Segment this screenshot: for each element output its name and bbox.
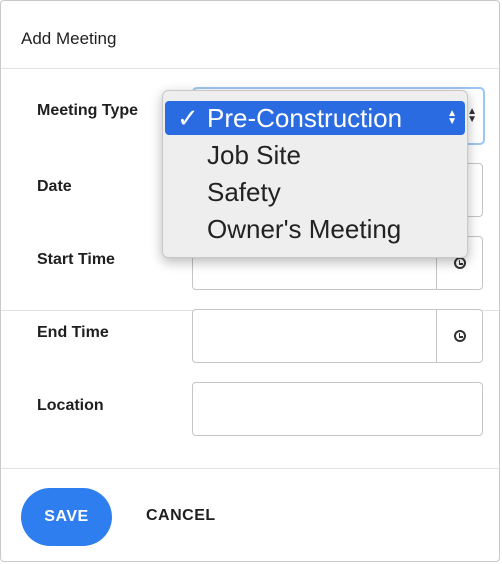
clock-icon bbox=[453, 330, 466, 342]
option-label: Safety bbox=[207, 177, 281, 207]
save-button[interactable]: SAVE bbox=[21, 488, 112, 546]
cancel-button[interactable]: CANCEL bbox=[146, 507, 216, 525]
meeting-type-label: Meeting Type bbox=[37, 102, 139, 119]
option-label: Pre-Construction bbox=[207, 103, 403, 133]
footer-divider bbox=[1, 468, 499, 469]
location-field[interactable] bbox=[192, 382, 483, 436]
dropdown-option-job-site[interactable]: Job Site bbox=[163, 138, 467, 172]
option-label: Job Site bbox=[207, 140, 301, 170]
option-label: Owner's Meeting bbox=[207, 214, 402, 244]
dialog-title: Add Meeting bbox=[21, 29, 117, 48]
end-time-picker-button[interactable] bbox=[436, 310, 482, 362]
end-time-label: End Time bbox=[37, 324, 109, 341]
dropdown-option-safety[interactable]: Safety bbox=[163, 175, 467, 209]
meeting-type-dropdown: ✓ Pre-Construction ▲ ▼ Job Site Safety Ow… bbox=[162, 90, 468, 258]
location-label: Location bbox=[37, 397, 104, 414]
start-time-label: Start Time bbox=[37, 251, 115, 268]
date-label: Date bbox=[37, 178, 72, 195]
select-arrows-icon: ▲ ▼ bbox=[447, 108, 457, 127]
checkmark-icon: ✓ bbox=[177, 103, 199, 133]
clock-icon bbox=[453, 257, 466, 269]
header-divider bbox=[1, 68, 499, 69]
dropdown-option-owners-meeting[interactable]: Owner's Meeting bbox=[163, 212, 467, 246]
add-meeting-dialog: Add Meeting Meeting Type ▲ ▼ Date Start T… bbox=[0, 0, 500, 562]
end-time-field[interactable] bbox=[192, 309, 483, 363]
dropdown-option-pre-construction[interactable]: ✓ Pre-Construction ▲ ▼ bbox=[165, 101, 465, 135]
select-arrows-icon: ▲ ▼ bbox=[467, 106, 477, 125]
